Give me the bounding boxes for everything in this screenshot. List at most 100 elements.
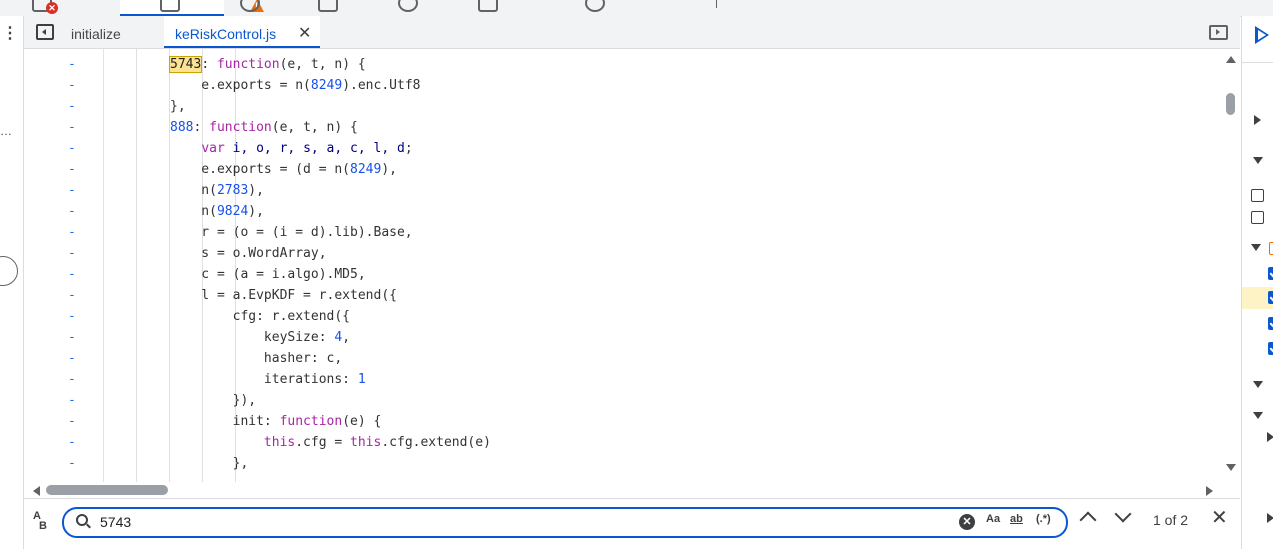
code-text: }, xyxy=(170,453,249,474)
expand-section-icon[interactable] xyxy=(1267,432,1273,442)
scroll-down-icon[interactable] xyxy=(1226,464,1236,471)
scroll-thumb[interactable] xyxy=(1226,93,1235,115)
code-text: n(2783), xyxy=(170,180,264,201)
breakpoint-checkbox[interactable] xyxy=(1268,267,1273,280)
whole-word-button[interactable]: ab xyxy=(1010,513,1023,525)
line-marker[interactable]: - xyxy=(68,96,82,117)
code-line[interactable]: - keySize: 4, xyxy=(24,327,1214,348)
memory-icon[interactable] xyxy=(398,0,418,12)
code-line[interactable]: - iterations: 1 xyxy=(24,369,1214,390)
horizontal-scrollbar[interactable] xyxy=(24,482,1224,498)
code-line[interactable]: - hasher: c, xyxy=(24,348,1214,369)
expand-section-icon[interactable] xyxy=(1267,513,1273,523)
line-marker[interactable]: - xyxy=(68,348,82,369)
line-marker[interactable]: - xyxy=(68,201,82,222)
code-text: r = (o = (i = d).lib).Base, xyxy=(170,222,412,243)
line-marker[interactable]: - xyxy=(68,54,82,75)
search-box[interactable]: ✕ Aa ab (.*) xyxy=(62,507,1068,538)
close-tab-icon[interactable]: ✕ xyxy=(298,16,311,52)
line-marker[interactable]: - xyxy=(68,369,82,390)
code-text: c = (a = i.algo).MD5, xyxy=(170,264,365,285)
code-line[interactable]: - n(2783), xyxy=(24,180,1214,201)
scroll-up-icon[interactable] xyxy=(1226,56,1236,63)
tab-keriskcontrol[interactable]: keRiskControl.js ✕ xyxy=(164,16,320,48)
code-line[interactable]: - c = (a = i.algo).MD5, xyxy=(24,264,1214,285)
code-line[interactable]: - init: function(e) { xyxy=(24,411,1214,432)
line-marker[interactable]: - xyxy=(68,222,82,243)
code-line[interactable]: - }), xyxy=(24,390,1214,411)
line-marker[interactable]: - xyxy=(68,75,82,96)
more-options-icon[interactable]: ⋮ xyxy=(2,26,18,42)
code-line[interactable]: - e.exports = n(8249).enc.Utf8 xyxy=(24,75,1214,96)
code-line[interactable]: -}, xyxy=(24,96,1214,117)
clear-search-icon[interactable]: ✕ xyxy=(959,514,975,530)
line-marker[interactable]: - xyxy=(68,411,82,432)
line-marker[interactable]: - xyxy=(68,453,82,474)
code-line[interactable]: - r = (o = (i = d).lib).Base, xyxy=(24,222,1214,243)
line-marker[interactable]: - xyxy=(68,159,82,180)
tab-label: keRiskControl.js xyxy=(175,26,277,42)
scroll-right-icon[interactable] xyxy=(1206,486,1213,496)
collapse-section-icon[interactable] xyxy=(1253,381,1263,388)
line-marker[interactable]: - xyxy=(68,117,82,138)
line-marker[interactable]: - xyxy=(68,285,82,306)
tab-label: initialize xyxy=(71,26,121,42)
code-line[interactable]: - n(9824), xyxy=(24,201,1214,222)
code-line[interactable]: - var i, o, r, s, a, c, l, d; xyxy=(24,138,1214,159)
line-marker[interactable]: - xyxy=(68,180,82,201)
close-search-icon[interactable]: ✕ xyxy=(1211,508,1228,528)
application-icon[interactable] xyxy=(478,0,498,12)
match-case-button[interactable]: Aa xyxy=(986,513,1000,525)
code-token: }), xyxy=(170,393,257,408)
code-editor[interactable]: -5743: function(e, t, n) {- e.exports = … xyxy=(24,49,1240,482)
replace-toggle-icon[interactable]: AB xyxy=(33,511,47,532)
expand-section-icon[interactable] xyxy=(1254,115,1261,125)
line-marker[interactable]: - xyxy=(68,390,82,411)
code-line[interactable]: - l = a.EvpKDF = r.extend({ xyxy=(24,285,1214,306)
code-line[interactable]: - s = o.WordArray, xyxy=(24,243,1214,264)
code-token: : xyxy=(193,120,210,135)
performance-icon[interactable] xyxy=(318,0,338,12)
vertical-scrollbar[interactable] xyxy=(1223,49,1239,482)
previous-match-icon[interactable] xyxy=(1079,511,1097,529)
line-marker[interactable]: - xyxy=(68,306,82,327)
line-marker[interactable]: - xyxy=(68,327,82,348)
checkbox[interactable] xyxy=(1251,189,1264,202)
checkbox[interactable] xyxy=(1251,211,1264,224)
breakpoint-checkbox[interactable] xyxy=(1268,317,1273,330)
regex-button[interactable]: (.*) xyxy=(1036,513,1051,525)
breakpoint-checkbox[interactable] xyxy=(1268,291,1273,304)
code-text: keySize: 4, xyxy=(170,327,350,348)
collapse-section-icon[interactable] xyxy=(1253,412,1263,419)
code-line[interactable]: - }, xyxy=(24,453,1214,474)
toggle-navigator-icon[interactable] xyxy=(36,24,54,40)
search-input[interactable] xyxy=(100,512,920,532)
next-match-icon[interactable] xyxy=(1114,505,1132,523)
code-line[interactable]: - 5743: function(e, t, n) { xyxy=(24,54,1214,75)
breakpoint-checkbox[interactable] xyxy=(1268,342,1273,355)
code-token: .cfg.extend(e) xyxy=(381,435,491,450)
tab-initialize[interactable]: initialize xyxy=(71,16,121,47)
line-marker[interactable]: - xyxy=(68,432,82,453)
code-text: this.cfg = this.cfg.extend(e) xyxy=(170,432,491,453)
lighthouse-icon[interactable] xyxy=(585,0,605,12)
scroll-thumb[interactable] xyxy=(46,485,168,495)
line-marker[interactable]: - xyxy=(68,138,82,159)
code-line[interactable]: - cfg: r.extend({ xyxy=(24,306,1214,327)
code-token: var xyxy=(201,141,225,156)
code-token: l = a.EvpKDF = r.extend({ xyxy=(170,288,397,303)
code-token: .cfg = xyxy=(295,435,351,450)
scroll-left-icon[interactable] xyxy=(33,486,40,496)
code-line[interactable]: - e.exports = (d = n(8249), xyxy=(24,159,1214,180)
code-line[interactable]: - this.cfg = this.cfg.extend(e) xyxy=(24,432,1214,453)
collapse-section-icon[interactable] xyxy=(1251,244,1261,251)
toggle-debugger-icon[interactable] xyxy=(1209,25,1228,40)
collapse-section-icon[interactable] xyxy=(1253,157,1263,164)
code-text: l = a.EvpKDF = r.extend({ xyxy=(170,285,397,306)
code-line[interactable]: - 888: function(e, t, n) { xyxy=(24,117,1214,138)
line-marker[interactable]: - xyxy=(68,264,82,285)
line-marker[interactable]: - xyxy=(68,243,82,264)
truncated-text: … xyxy=(0,124,12,138)
